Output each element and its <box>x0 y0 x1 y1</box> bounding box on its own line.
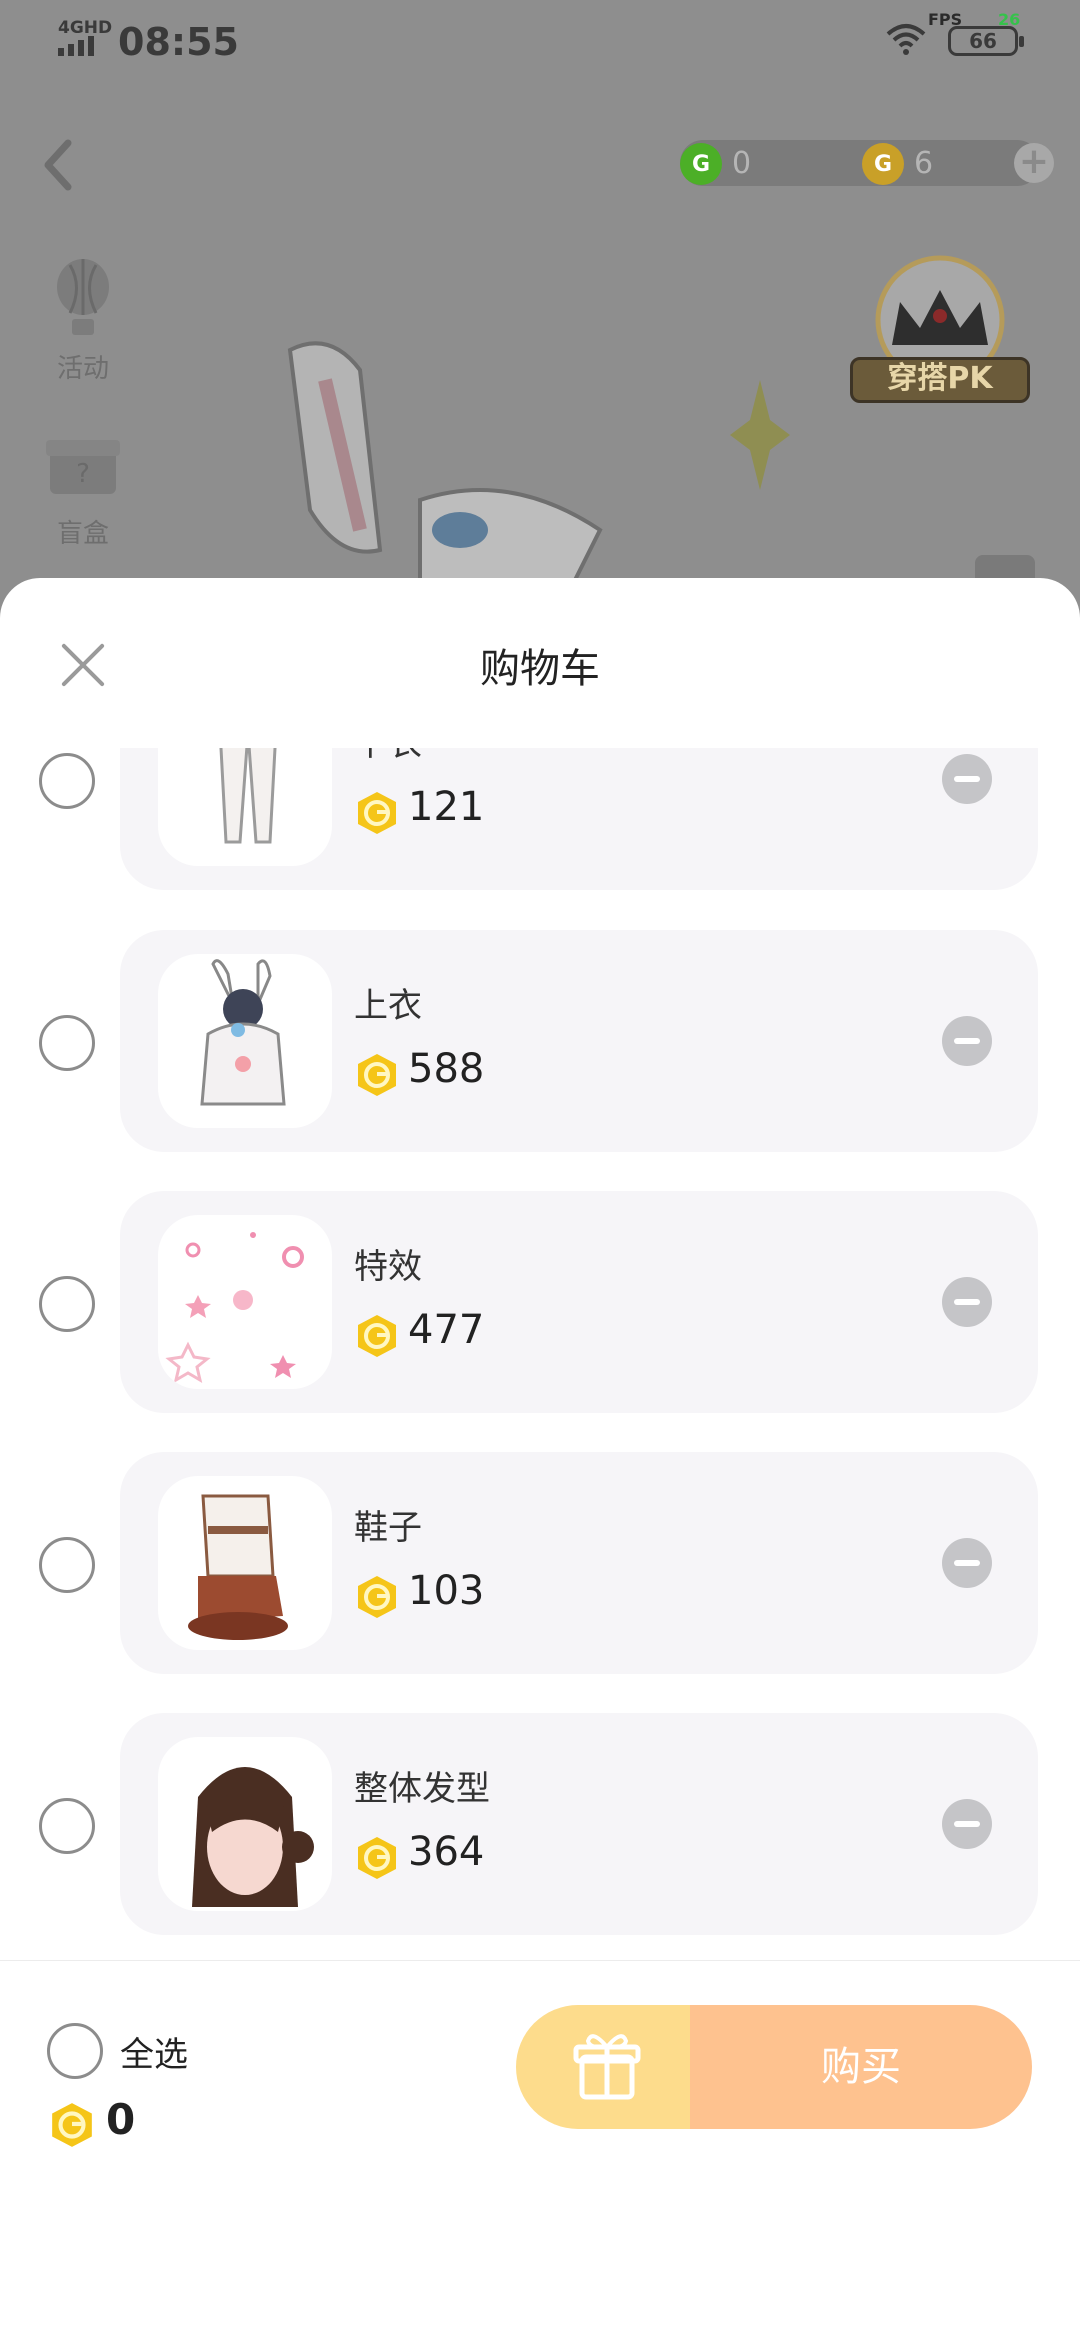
activity-button[interactable]: 活动 <box>36 255 130 385</box>
item-select-radio[interactable] <box>39 753 95 809</box>
cart-item-row: 下衣 121 <box>0 748 1080 890</box>
remove-item-button[interactable] <box>942 754 992 804</box>
item-name: 下衣 <box>354 748 422 765</box>
cart-item-list[interactable]: 下衣 121 上衣 <box>0 748 1080 1960</box>
green-coin-icon: G <box>680 143 722 185</box>
outfit-pk-button[interactable]: 穿搭PK <box>850 357 1030 403</box>
svg-text:?: ? <box>76 459 90 489</box>
item-name: 上衣 <box>354 986 422 1026</box>
gift-icon <box>573 2034 641 2100</box>
item-select-radio[interactable] <box>39 1015 95 1071</box>
item-thumbnail <box>158 954 332 1128</box>
gift-box-icon: ? <box>46 440 120 494</box>
item-price: 588 <box>408 1046 485 1092</box>
hairstyle-thumbnail <box>192 1767 314 1907</box>
wifi-icon <box>886 24 926 55</box>
activity-label: 活动 <box>56 354 109 384</box>
gold-coin-value: 6 <box>914 146 934 181</box>
cart-item-row: 特效 477 <box>0 1191 1080 1413</box>
item-thumbnail <box>158 748 332 866</box>
cart-footer: 全选 0 购买 <box>0 1960 1080 2340</box>
remove-item-button[interactable] <box>942 1538 992 1588</box>
remove-item-button[interactable] <box>942 1016 992 1066</box>
item-thumbnail <box>158 1737 332 1911</box>
plus-icon[interactable]: + <box>1014 143 1054 183</box>
buy-button[interactable]: 购买 <box>690 2005 1032 2129</box>
cart-item-row: 鞋子 103 <box>0 1452 1080 1674</box>
item-select-radio[interactable] <box>39 1537 95 1593</box>
boots-thumbnail <box>188 1494 288 1640</box>
item-name: 整体发型 <box>354 1769 490 1809</box>
cart-title: 购物车 <box>480 646 600 692</box>
sparkle-effect-thumbnail <box>165 1232 304 1384</box>
battery-indicator: 66 <box>948 26 1024 56</box>
network-type: 4GHD <box>58 18 113 38</box>
item-name: 鞋子 <box>354 1508 422 1548</box>
signal-icon <box>58 36 94 56</box>
balloon-icon <box>57 259 109 335</box>
item-select-radio[interactable] <box>39 1276 95 1332</box>
item-thumbnail <box>158 1215 332 1389</box>
cart-item-card[interactable]: 整体发型 364 <box>120 1713 1038 1935</box>
status-bar: 4GHD 08:55 FPS 26 66 <box>0 0 1080 86</box>
item-name: 特效 <box>354 1247 422 1287</box>
blindbox-label: 盲盒 <box>56 519 109 549</box>
select-all-label[interactable]: 全选 <box>120 2027 188 2076</box>
gold-coin-icon <box>358 1054 396 1096</box>
item-price: 477 <box>408 1307 485 1353</box>
cart-item-card[interactable]: 鞋子 103 <box>120 1452 1038 1674</box>
item-price: 364 <box>408 1829 485 1875</box>
cart-item-row: 上衣 588 <box>0 930 1080 1152</box>
total-price: 0 <box>106 2095 136 2144</box>
bunny-hoodie-thumbnail <box>200 959 286 1106</box>
select-all-radio[interactable] <box>47 2023 103 2079</box>
gold-coin-icon <box>358 792 396 834</box>
star-icon <box>730 380 790 490</box>
character-bunny-ears <box>287 341 603 590</box>
pants-thumbnail <box>219 748 277 844</box>
gift-button[interactable] <box>516 2005 696 2129</box>
gold-coin-icon <box>358 1837 396 1879</box>
remove-item-button[interactable] <box>942 1799 992 1849</box>
gold-coin-icon <box>52 2103 92 2147</box>
remove-item-button[interactable] <box>942 1277 992 1327</box>
cart-item-card[interactable]: 下衣 121 <box>120 748 1038 890</box>
item-select-radio[interactable] <box>39 1798 95 1854</box>
game-scene-background: 4GHD 08:55 FPS 26 66 G 0 G 6 + 活动 ? 盲盒 穿… <box>0 0 1080 600</box>
cart-item-card[interactable]: 上衣 588 <box>120 930 1038 1152</box>
clock: 08:55 <box>118 20 239 64</box>
gold-coin-icon <box>358 1576 396 1618</box>
gold-coin-icon: G <box>862 143 904 185</box>
item-price: 121 <box>408 784 485 830</box>
gold-coin-icon <box>358 1315 396 1357</box>
green-coin-value: 0 <box>732 146 752 181</box>
back-icon[interactable] <box>34 135 84 195</box>
cart-item-card[interactable]: 特效 477 <box>120 1191 1038 1413</box>
blindbox-button[interactable]: ? 盲盒 <box>36 420 130 550</box>
cart-header: 购物车 <box>0 578 1080 748</box>
currency-bar: G 0 G 6 <box>680 140 1040 186</box>
cart-item-row: 整体发型 364 <box>0 1713 1080 1935</box>
item-thumbnail <box>158 1476 332 1650</box>
item-price: 103 <box>408 1568 485 1614</box>
cart-sheet: 购物车 下衣 121 <box>0 578 1080 2340</box>
